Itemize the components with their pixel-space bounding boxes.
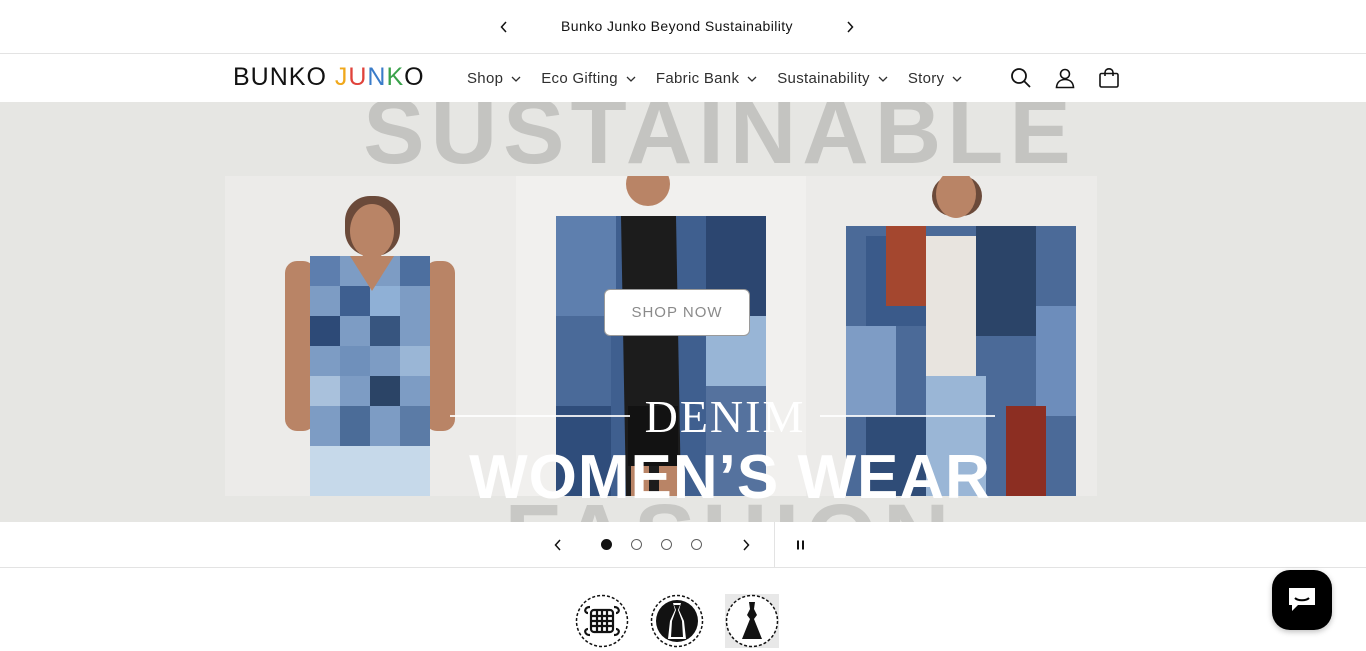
shop-now-button[interactable]: SHOP NOW — [604, 289, 750, 336]
main-nav: Shop Eco Gifting Fabric Bank Sustainabil… — [467, 55, 962, 102]
search-icon — [1011, 68, 1031, 88]
account-icon — [1055, 68, 1075, 89]
nav-label: Fabric Bank — [655, 70, 740, 87]
nav-label: Shop — [467, 70, 504, 87]
category-knot[interactable] — [574, 593, 630, 649]
pause-icon — [797, 540, 804, 550]
logo-letter: O — [404, 63, 425, 91]
chevron-right-icon — [847, 21, 854, 33]
nav-sustainability[interactable]: Sustainability — [777, 70, 888, 87]
announcement-bar: Bunko Junko Beyond Sustainability — [0, 0, 1366, 54]
nav-fabric-bank[interactable]: Fabric Bank — [656, 70, 757, 87]
chevron-down-icon — [511, 74, 521, 84]
nav-label: Story — [907, 70, 945, 87]
knot-icon — [575, 594, 629, 648]
slide-dot[interactable] — [631, 539, 642, 550]
logo[interactable]: BUNKO JUNKO — [233, 64, 425, 90]
cart-icon — [1099, 67, 1119, 88]
category-circle-dress[interactable] — [649, 593, 705, 649]
nav-eco-gifting[interactable]: Eco Gifting — [541, 70, 636, 87]
logo-letter: J — [334, 63, 349, 91]
logo-part1: BUNKO — [233, 63, 335, 91]
slide-prev-button[interactable] — [545, 532, 571, 558]
cart-button[interactable] — [1096, 65, 1122, 91]
chat-icon — [1289, 588, 1315, 611]
logo-letter: K — [386, 63, 405, 91]
slide-dot[interactable] — [601, 539, 612, 550]
announcement-prev-button[interactable] — [491, 14, 517, 40]
nav-label: Eco Gifting — [541, 70, 618, 87]
nav-shop[interactable]: Shop — [467, 70, 521, 87]
logo-letter: N — [367, 63, 387, 91]
slide-dot[interactable] — [691, 539, 702, 550]
logo-colored-word: JUNKO — [335, 63, 425, 91]
gown-icon — [725, 594, 779, 648]
hero-background-word-top: SUSTAINABLE — [363, 102, 1077, 183]
hero-banner: SUSTAINABLE DENIM WOMEN’S WEAR SHOP NOW — [0, 102, 1366, 522]
chat-button[interactable] — [1272, 570, 1332, 630]
chevron-right-icon — [743, 539, 750, 551]
slide-dot[interactable] — [661, 539, 672, 550]
nav-label: Sustainability — [777, 70, 870, 87]
slider-controls — [0, 522, 1366, 568]
chevron-left-icon — [500, 21, 507, 33]
hero-denim-text: DENIM — [644, 391, 806, 442]
logo-letter: U — [348, 63, 368, 91]
slide-next-button[interactable] — [733, 532, 759, 558]
nav-story[interactable]: Story — [908, 70, 963, 87]
hero-background-word-bottom: FASHION — [470, 485, 990, 522]
category-gown[interactable] — [724, 593, 780, 649]
chevron-down-icon — [952, 74, 962, 84]
pause-slideshow-button[interactable] — [788, 532, 814, 558]
search-button[interactable] — [1008, 65, 1034, 91]
site-header: BUNKO JUNKO Shop Eco Gifting Fabric Bank… — [0, 55, 1366, 102]
chevron-down-icon — [626, 74, 636, 84]
chevron-down-icon — [747, 74, 757, 84]
chevron-left-icon — [554, 539, 561, 551]
circle-dress-icon — [650, 594, 704, 648]
chevron-down-icon — [878, 74, 888, 84]
account-button[interactable] — [1052, 65, 1078, 91]
announcement-next-button[interactable] — [837, 14, 863, 40]
controls-divider — [774, 522, 775, 568]
announcement-text: Bunko Junko Beyond Sustainability — [561, 18, 793, 34]
